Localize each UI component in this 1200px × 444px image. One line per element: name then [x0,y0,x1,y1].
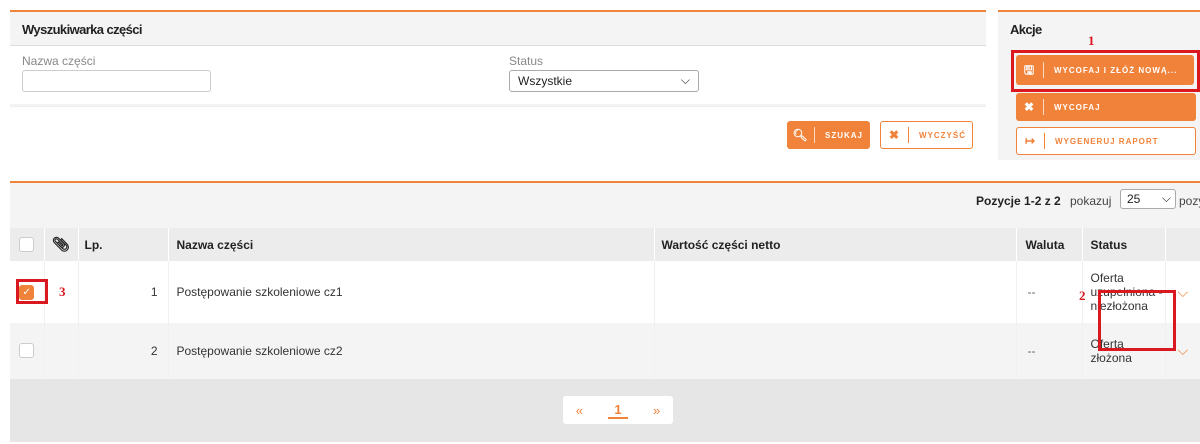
items-label: pozycji [1179,194,1200,208]
select-all-cell [10,228,44,261]
prev-page-button[interactable]: « [576,403,583,418]
col-expand [1164,228,1200,261]
withdraw-label: WYCOFAJ [1054,102,1101,112]
close-icon: ✖ [1016,99,1044,115]
search-panel: Wyszukiwarka części Nazwa części Status … [10,10,986,160]
withdraw-button[interactable]: ✖ WYCOFAJ [1016,93,1196,121]
col-name: Nazwa części [167,228,654,261]
next-page-button[interactable]: » [653,403,660,418]
clear-button[interactable]: ✖ WYCZYŚĆ [880,121,973,149]
row-lp: 1 [77,261,168,323]
row-value [653,261,1016,323]
col-currency: Waluta [1015,228,1082,261]
generate-report-label: WYGENERUJ RAPORT [1055,136,1159,146]
search-icon: 🔍︎ [787,127,815,143]
annotation-label-3: 3 [59,284,66,299]
current-page[interactable]: 1 [608,402,628,419]
search-panel-title: Wyszukiwarka części [10,12,986,46]
status-select[interactable]: Wszystkie ⌵ [509,70,699,92]
table-footer: « 1 » [10,379,1200,442]
annotation-box-2 [1098,290,1176,351]
row-currency: -- [1015,261,1082,323]
part-name-input[interactable] [22,70,211,92]
row-checkbox[interactable] [19,343,35,359]
col-value: Wartość części netto [653,228,1016,261]
search-fields: Nazwa części Status Wszystkie ⌵ [10,46,986,104]
actions-panel-title: Akcje [1010,22,1042,37]
attachment-cell [43,323,78,378]
part-name-label: Nazwa części [22,54,96,68]
col-lp: Lp. [77,228,168,261]
results-panel: Pozycje 1-2 z 2 pokazuj 25 ⌵ pozycji 📎︎ … [10,181,1200,442]
pager: « 1 » [563,396,673,424]
row-currency: -- [1015,323,1082,378]
annotation-box-3 [16,279,48,304]
row-name: Postępowanie szkoleniowe cz1 [167,261,654,323]
row-value [653,323,1016,378]
annotation-label-1: 1 [1088,33,1095,48]
table-row[interactable]: 2 Postępowanie szkoleniowe cz2 -- Oferta… [10,323,1200,378]
status-select-value: Wszystkie [518,74,572,88]
search-button-label: SZUKAJ [825,130,864,140]
pagination-bar: Pozycje 1-2 z 2 pokazuj 25 ⌵ pozycji [10,185,1200,217]
search-button[interactable]: 🔍︎ SZUKAJ [787,121,870,149]
annotation-label-2: 2 [1079,288,1086,303]
annotation-box-1 [1011,50,1200,92]
table-row[interactable]: ✓ 1 Postępowanie szkoleniowe cz1 -- Ofer… [10,261,1200,323]
attachment-icon: 📎︎ [43,228,78,261]
row-name: Postępowanie szkoleniowe cz2 [167,323,654,378]
row-checkbox-cell [10,323,44,378]
search-actions: 🔍︎ SZUKAJ ✖ WYCZYŚĆ [10,106,986,160]
chevron-down-icon: ⌵ [1161,191,1171,205]
parts-table: 📎︎ Lp. Nazwa części Wartość części netto… [10,228,1200,378]
show-label: pokazuj [1070,194,1112,208]
chevron-down-icon: ⌵ [680,73,690,87]
page-size-value: 25 [1127,192,1141,206]
generate-report-button[interactable]: ↦ WYGENERUJ RAPORT [1016,127,1196,155]
select-all-checkbox[interactable] [19,237,35,253]
status-label: Status [509,54,544,68]
sign-out-icon: ↦ [1017,133,1045,149]
table-header-row: 📎︎ Lp. Nazwa części Wartość części netto… [10,228,1200,261]
close-icon: ✖ [881,127,909,143]
page-size-select[interactable]: 25 ⌵ [1120,189,1176,209]
clear-button-label: WYCZYŚĆ [919,130,966,140]
row-lp: 2 [77,323,168,378]
col-status: Status [1081,228,1165,261]
range-text: Pozycje 1-2 z 2 [976,194,1061,208]
